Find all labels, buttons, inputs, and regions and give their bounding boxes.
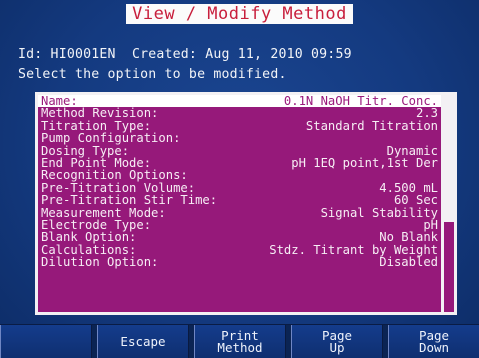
option-value: 2.3 <box>415 106 438 121</box>
option-row[interactable]: Recognition Options: <box>38 168 441 183</box>
print-method-button[interactable]: Print Method <box>194 325 286 358</box>
page-down-label-2: Down <box>418 339 450 355</box>
scrollbar-thumb[interactable] <box>444 222 454 312</box>
screen: View / Modify Method Id: HI0001EN Create… <box>0 0 479 358</box>
instruction-text: Select the option to be modified. <box>18 67 287 82</box>
option-value: Signal Stability <box>320 205 438 220</box>
option-row[interactable]: Method Revision: 2.3 <box>38 106 441 121</box>
softkey-bar: Escape Print Method Page Up Page Down <box>0 324 479 358</box>
option-label: Pump Configuration: <box>41 131 181 146</box>
title-bar: View / Modify Method <box>0 4 479 24</box>
options-list[interactable]: Name: 0.1N NaOH Titr. Conc. Method Revisio… <box>38 95 441 312</box>
page-down-button[interactable]: Page Down <box>388 325 479 358</box>
option-value: 0.1N NaOH Titr. Conc. <box>283 95 438 108</box>
options-panel: Name: 0.1N NaOH Titr. Conc. Method Revisio… <box>35 92 457 315</box>
option-label: Pre-Titration Stir Time: <box>41 193 218 208</box>
option-row[interactable]: Dilution Option: Disabled <box>38 255 441 270</box>
option-value: pH 1EQ point,1st Der <box>291 155 438 170</box>
page-up-label-2: Up <box>329 339 345 355</box>
escape-button[interactable]: Escape <box>97 325 189 358</box>
option-row[interactable]: Blank Option: No Blank <box>38 230 441 245</box>
page-title: View / Modify Method <box>126 4 353 24</box>
escape-label: Escape <box>120 333 166 349</box>
option-label: Recognition Options: <box>41 168 188 183</box>
softkey-blank <box>0 325 92 358</box>
print-method-label-2: Method <box>217 339 263 355</box>
option-label: Blank Option: <box>41 230 137 245</box>
option-value: Disabled <box>379 255 438 270</box>
option-label: Dilution Option: <box>41 255 159 270</box>
page-up-button[interactable]: Page Up <box>291 325 383 358</box>
option-value: No Blank <box>379 230 438 245</box>
option-label: Method Revision: <box>41 106 159 121</box>
method-info: Id: HI0001EN Created: Aug 11, 2010 09:59 <box>18 47 352 62</box>
option-row[interactable]: Pump Configuration: <box>38 131 441 146</box>
option-value: 60 Sec <box>393 193 438 208</box>
option-value: Standard Titration <box>305 118 438 133</box>
scrollbar[interactable] <box>444 95 454 312</box>
option-row[interactable]: Pre-Titration Stir Time: 60 Sec <box>38 193 441 208</box>
